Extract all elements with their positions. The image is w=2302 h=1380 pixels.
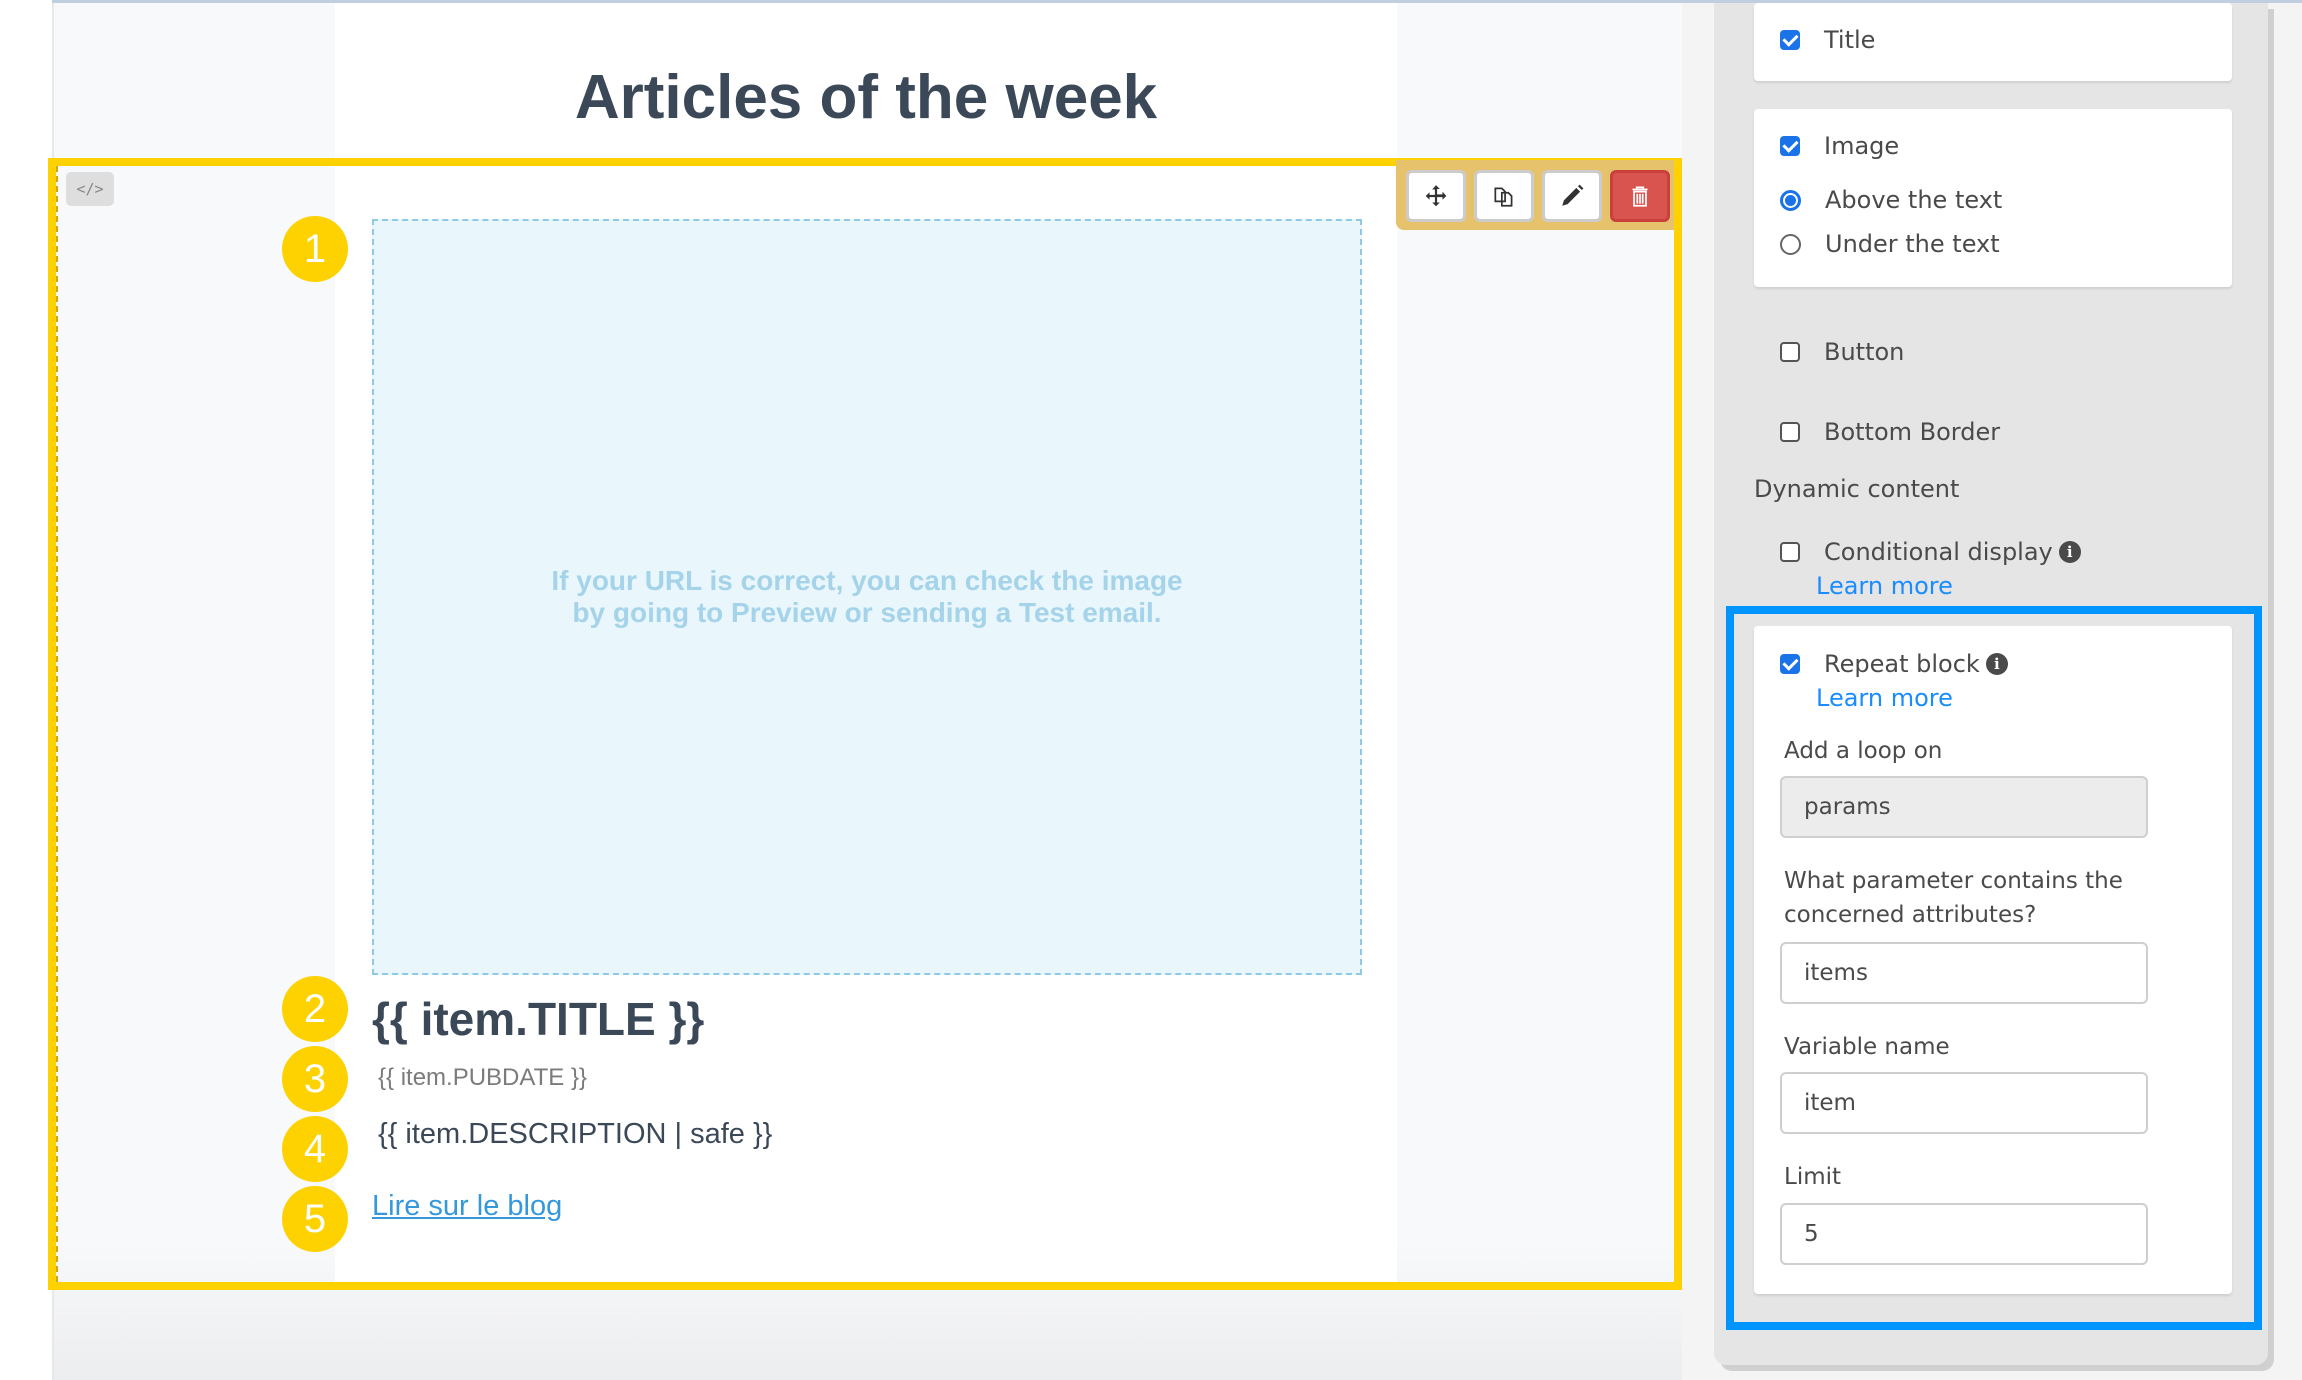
edit-button[interactable] bbox=[1542, 170, 1602, 222]
image-label: Image bbox=[1824, 132, 1900, 160]
info-icon[interactable]: i bbox=[2058, 541, 2081, 563]
move-icon bbox=[1425, 185, 1447, 207]
code-view-button[interactable]: </> bbox=[66, 172, 114, 206]
pencil-icon bbox=[1562, 184, 1584, 206]
marker-badge-1: 1 bbox=[282, 216, 348, 282]
move-button[interactable] bbox=[1406, 170, 1466, 222]
image-checkbox[interactable] bbox=[1780, 136, 1800, 156]
above-label: Above the text bbox=[1825, 186, 2003, 214]
duplicate-icon bbox=[1494, 187, 1513, 207]
repeat-block-learn-more[interactable]: Learn more bbox=[1816, 684, 1953, 712]
marker-badge-4: 4 bbox=[282, 1116, 348, 1182]
repeat-block-option[interactable]: Repeat block i bbox=[1780, 650, 2008, 678]
title-checkbox[interactable] bbox=[1780, 30, 1800, 50]
button-label: Button bbox=[1824, 338, 1905, 366]
conditional-display-learn-more[interactable]: Learn more bbox=[1816, 572, 1953, 600]
variable-name-input[interactable]: item bbox=[1780, 1072, 2148, 1134]
email-headline[interactable]: Articles of the week bbox=[335, 62, 1397, 133]
variable-name-value: item bbox=[1804, 1090, 1856, 1116]
limit-value: 5 bbox=[1804, 1221, 1819, 1247]
image-option[interactable]: Image bbox=[1780, 132, 1899, 160]
bottom-border-option[interactable]: Bottom Border bbox=[1780, 418, 2000, 446]
marker-badge-5: 5 bbox=[282, 1186, 348, 1252]
bottom-border-checkbox[interactable] bbox=[1780, 422, 1800, 442]
loop-on-label: Add a loop on bbox=[1784, 738, 1943, 764]
image-position-under[interactable]: Under the text bbox=[1780, 230, 2000, 258]
read-on-blog-link[interactable]: Lire sur le blog bbox=[372, 1190, 562, 1223]
limit-input[interactable]: 5 bbox=[1780, 1203, 2148, 1265]
button-option[interactable]: Button bbox=[1780, 338, 1904, 366]
limit-label: Limit bbox=[1784, 1164, 1842, 1190]
delete-button[interactable] bbox=[1610, 170, 1670, 222]
trash-icon bbox=[1632, 186, 1648, 207]
above-radio[interactable] bbox=[1780, 189, 1801, 211]
image-position-above[interactable]: Above the text bbox=[1780, 186, 2002, 214]
under-radio[interactable] bbox=[1780, 233, 1801, 255]
conditional-display-label: Conditional display bbox=[1824, 538, 2053, 566]
loop-on-value: params bbox=[1804, 794, 1891, 820]
loop-on-field: params bbox=[1780, 776, 2148, 838]
bottom-border-label: Bottom Border bbox=[1824, 418, 2001, 446]
block-dashed-edge bbox=[56, 166, 58, 1282]
left-margin bbox=[0, 0, 52, 1380]
info-icon[interactable]: i bbox=[1985, 653, 2008, 675]
marker-badge-2: 2 bbox=[282, 976, 348, 1042]
image-placeholder-text: If your URL is correct, you can check th… bbox=[551, 565, 1183, 628]
title-option[interactable]: Title bbox=[1780, 26, 1875, 54]
item-title[interactable]: {{ item.TITLE }} bbox=[372, 992, 704, 1046]
image-placeholder[interactable]: If your URL is correct, you can check th… bbox=[372, 219, 1362, 975]
duplicate-button[interactable] bbox=[1474, 170, 1534, 222]
repeat-block-label: Repeat block bbox=[1824, 650, 1980, 678]
parameter-input[interactable]: items bbox=[1780, 942, 2148, 1004]
dynamic-content-heading: Dynamic content bbox=[1754, 475, 1960, 503]
item-description[interactable]: {{ item.DESCRIPTION | safe }} bbox=[378, 1118, 772, 1151]
button-checkbox[interactable] bbox=[1780, 342, 1800, 362]
conditional-display-option[interactable]: Conditional display i bbox=[1780, 538, 2081, 566]
repeat-block-checkbox[interactable] bbox=[1780, 654, 1800, 674]
under-label: Under the text bbox=[1825, 230, 2000, 258]
marker-badge-3: 3 bbox=[282, 1046, 348, 1112]
parameter-label: What parameter contains the concerned at… bbox=[1784, 868, 2123, 928]
variable-name-label: Variable name bbox=[1784, 1034, 1950, 1060]
block-toolbar bbox=[1396, 160, 1674, 230]
title-label: Title bbox=[1824, 26, 1876, 54]
code-icon: </> bbox=[76, 180, 104, 198]
item-pubdate[interactable]: {{ item.PUBDATE }} bbox=[378, 1064, 587, 1092]
parameter-value: items bbox=[1804, 960, 1868, 986]
conditional-display-checkbox[interactable] bbox=[1780, 542, 1800, 562]
